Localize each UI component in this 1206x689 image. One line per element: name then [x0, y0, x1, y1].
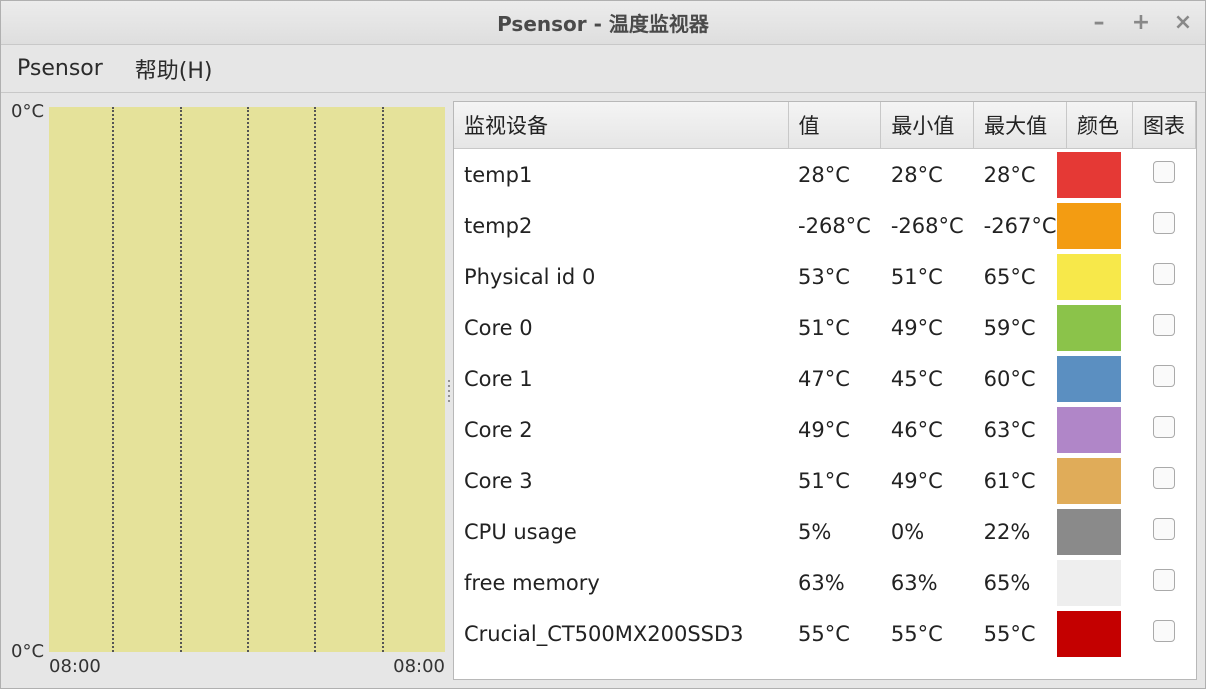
sensor-table: 监视设备 值 最小值 最大值 颜色 图表 temp128°C28°C28°Cte… [454, 102, 1196, 659]
sensor-name: Core 3 [454, 455, 788, 506]
app-window: Psensor - 温度监视器 – + × Psensor 帮助(H) 0°C … [0, 0, 1206, 689]
chart-checkbox[interactable] [1153, 365, 1175, 387]
titlebar: Psensor - 温度监视器 – + × [1, 1, 1205, 45]
y-axis-bottom-label: 0°C [11, 641, 44, 662]
sensor-name: Core 2 [454, 404, 788, 455]
pane-splitter[interactable] [445, 101, 453, 680]
y-axis-top-label: 0°C [11, 101, 44, 122]
sensor-table-pane: 监视设备 值 最小值 最大值 颜色 图表 temp128°C28°C28°Cte… [453, 101, 1197, 680]
col-min[interactable]: 最小值 [881, 102, 974, 149]
sensor-value: 55°C [788, 608, 881, 659]
x-axis-labels: 08:00 08:00 [49, 656, 445, 680]
x-axis-start-label: 08:00 [49, 656, 101, 680]
table-row[interactable]: CPU usage5%0%22% [454, 506, 1196, 557]
close-button[interactable]: × [1171, 10, 1195, 35]
sensor-name: temp1 [454, 149, 788, 201]
table-row[interactable]: Core 351°C49°C61°C [454, 455, 1196, 506]
sensor-max: 65°C [974, 251, 1067, 302]
col-value[interactable]: 值 [788, 102, 881, 149]
chart-checkbox[interactable] [1153, 161, 1175, 183]
menu-help[interactable]: 帮助(H) [129, 47, 219, 91]
chart-checkbox[interactable] [1153, 263, 1175, 285]
sensor-value: 47°C [788, 353, 881, 404]
sensor-max: 22% [974, 506, 1067, 557]
table-row[interactable]: Core 147°C45°C60°C [454, 353, 1196, 404]
minimize-button[interactable]: – [1087, 10, 1111, 35]
col-color[interactable]: 颜色 [1067, 102, 1133, 149]
color-swatch[interactable] [1057, 560, 1121, 606]
sensor-max: 59°C [974, 302, 1067, 353]
color-swatch[interactable] [1057, 458, 1121, 504]
content-area: 0°C 0°C 08:00 08:00 [1, 93, 1205, 688]
sensor-value: 49°C [788, 404, 881, 455]
chart-checkbox[interactable] [1153, 620, 1175, 642]
sensor-max: 60°C [974, 353, 1067, 404]
window-title: Psensor - 温度监视器 [497, 8, 709, 37]
sensor-name: Crucial_CT500MX200SSD3 [454, 608, 788, 659]
table-row[interactable]: Crucial_CT500MX200SSD355°C55°C55°C [454, 608, 1196, 659]
graph-plot: 0°C 0°C 08:00 08:00 [9, 101, 445, 680]
sensor-name: Core 0 [454, 302, 788, 353]
sensor-max: 28°C [974, 149, 1067, 201]
sensor-value: 63% [788, 557, 881, 608]
chart-checkbox[interactable] [1153, 212, 1175, 234]
table-row[interactable]: free memory63%63%65% [454, 557, 1196, 608]
sensor-name: temp2 [454, 200, 788, 251]
color-swatch[interactable] [1057, 203, 1121, 249]
color-swatch[interactable] [1057, 509, 1121, 555]
color-swatch[interactable] [1057, 152, 1121, 198]
sensor-min: 49°C [881, 302, 974, 353]
chart-checkbox[interactable] [1153, 314, 1175, 336]
sensor-min: 63% [881, 557, 974, 608]
col-chart[interactable]: 图表 [1133, 102, 1196, 149]
sensor-value: 51°C [788, 302, 881, 353]
sensor-value: 28°C [788, 149, 881, 201]
table-row[interactable]: Core 249°C46°C63°C [454, 404, 1196, 455]
sensor-value: 53°C [788, 251, 881, 302]
col-device[interactable]: 监视设备 [454, 102, 788, 149]
sensor-min: 51°C [881, 251, 974, 302]
sensor-name: Physical id 0 [454, 251, 788, 302]
table-row[interactable]: temp128°C28°C28°C [454, 149, 1196, 201]
col-max[interactable]: 最大值 [974, 102, 1067, 149]
color-swatch[interactable] [1057, 356, 1121, 402]
color-swatch[interactable] [1057, 407, 1121, 453]
color-swatch[interactable] [1057, 254, 1121, 300]
menu-psensor[interactable]: Psensor [11, 50, 109, 87]
graph-pane: 0°C 0°C 08:00 08:00 [9, 101, 445, 680]
chart-checkbox[interactable] [1153, 518, 1175, 540]
sensor-max: 55°C [974, 608, 1067, 659]
sensor-min: 55°C [881, 608, 974, 659]
sensor-min: -268°C [881, 200, 974, 251]
sensor-max: 65% [974, 557, 1067, 608]
color-swatch[interactable] [1057, 611, 1121, 657]
sensor-value: 5% [788, 506, 881, 557]
table-row[interactable]: Physical id 053°C51°C65°C [454, 251, 1196, 302]
plot-area [49, 107, 445, 652]
sensor-value: 51°C [788, 455, 881, 506]
sensor-min: 49°C [881, 455, 974, 506]
chart-checkbox[interactable] [1153, 569, 1175, 591]
sensor-max: -267°C [974, 200, 1067, 251]
color-swatch[interactable] [1057, 305, 1121, 351]
x-axis-end-label: 08:00 [393, 656, 445, 680]
sensor-min: 0% [881, 506, 974, 557]
table-row[interactable]: temp2-268°C-268°C-267°C [454, 200, 1196, 251]
sensor-max: 63°C [974, 404, 1067, 455]
menubar: Psensor 帮助(H) [1, 45, 1205, 93]
sensor-name: CPU usage [454, 506, 788, 557]
table-row[interactable]: Core 051°C49°C59°C [454, 302, 1196, 353]
chart-checkbox[interactable] [1153, 467, 1175, 489]
sensor-min: 46°C [881, 404, 974, 455]
sensor-max: 61°C [974, 455, 1067, 506]
window-controls: – + × [1087, 1, 1195, 44]
chart-checkbox[interactable] [1153, 416, 1175, 438]
sensor-value: -268°C [788, 200, 881, 251]
sensor-min: 28°C [881, 149, 974, 201]
maximize-button[interactable]: + [1129, 10, 1153, 35]
sensor-name: free memory [454, 557, 788, 608]
sensor-name: Core 1 [454, 353, 788, 404]
sensor-min: 45°C [881, 353, 974, 404]
